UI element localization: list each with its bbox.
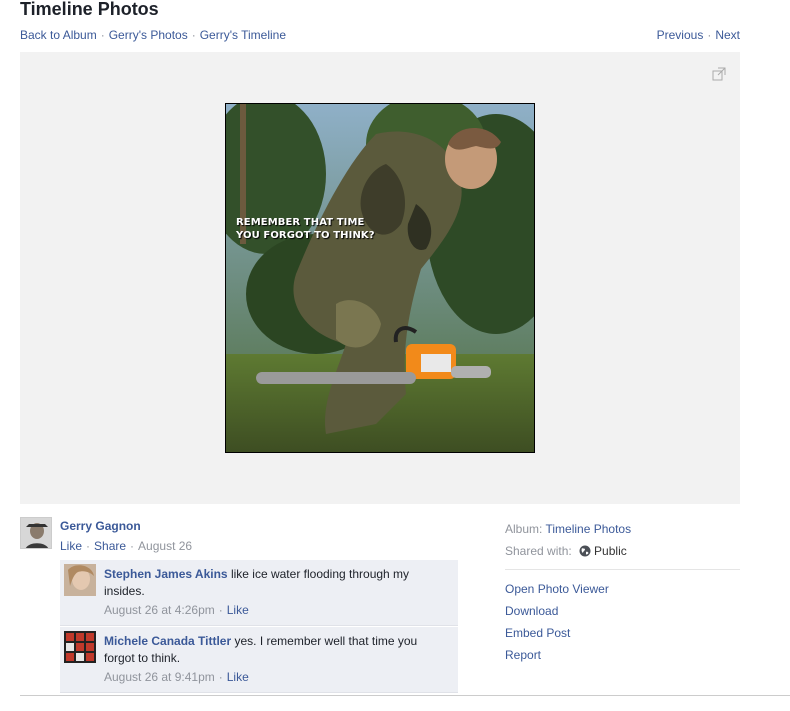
separator-dot: · <box>100 28 105 42</box>
breadcrumb: Back to Album · Gerry's Photos · Gerry's Tim… <box>20 28 286 42</box>
photo-sidebar: Album: Timeline Photos Shared with: Publ… <box>505 518 740 666</box>
comment-item: Stephen James Akins like ice water flood… <box>60 560 458 626</box>
commenter-name-link[interactable]: Stephen James Akins <box>104 567 228 581</box>
shared-with-label: Shared with: <box>505 544 572 558</box>
globe-icon[interactable] <box>579 542 591 564</box>
sidebar-divider <box>505 569 740 570</box>
commenter-avatar[interactable] <box>64 631 96 663</box>
open-photo-viewer-link[interactable]: Open Photo Viewer <box>505 578 740 600</box>
comment-body: Michele Canada Tittler yes. I remember w… <box>104 633 450 667</box>
album-label: Album: <box>505 522 543 536</box>
post-date[interactable]: August 26 <box>138 539 192 553</box>
comment-meta: August 26 at 9:41pm · Like <box>104 668 450 686</box>
report-link[interactable]: Report <box>505 644 740 666</box>
gerrys-photos-link[interactable]: Gerry's Photos <box>109 28 188 42</box>
comment-item: Michele Canada Tittler yes. I remember w… <box>60 626 458 693</box>
comment-like-link[interactable]: Like <box>227 670 249 684</box>
comment-timestamp[interactable]: August 26 at 9:41pm <box>104 670 215 684</box>
photo-pager: Previous · Next <box>657 28 740 42</box>
album-link[interactable]: Timeline Photos <box>545 522 631 536</box>
owner-name-link[interactable]: Gerry Gagnon <box>60 519 141 533</box>
owner-avatar[interactable] <box>20 517 52 549</box>
separator-dot: · <box>86 539 91 553</box>
separator-dot: · <box>191 28 196 42</box>
separator-dot: · <box>218 603 223 617</box>
separator-dot: · <box>218 670 223 684</box>
embed-post-link[interactable]: Embed Post <box>505 622 740 644</box>
expand-icon[interactable] <box>712 67 726 81</box>
comment-timestamp[interactable]: August 26 at 4:26pm <box>104 603 215 617</box>
share-link[interactable]: Share <box>94 539 126 553</box>
photo-stage: REMEMBER THAT TIME YOU FORGOT TO THINK? <box>20 52 740 504</box>
page-title: Timeline Photos <box>20 0 159 19</box>
commenter-name-link[interactable]: Michele Canada Tittler <box>104 634 231 648</box>
separator-dot: · <box>130 539 135 553</box>
back-to-album-link[interactable]: Back to Album <box>20 28 97 42</box>
comment-meta: August 26 at 4:26pm · Like <box>104 601 450 619</box>
download-link[interactable]: Download <box>505 600 740 622</box>
album-row: Album: Timeline Photos <box>505 518 740 540</box>
gerrys-timeline-link[interactable]: Gerry's Timeline <box>200 28 286 42</box>
separator-dot: · <box>707 28 712 42</box>
privacy-row: Shared with: Public <box>505 540 740 564</box>
timeline-photo[interactable]: REMEMBER THAT TIME YOU FORGOT TO THINK? <box>225 103 535 453</box>
like-link[interactable]: Like <box>60 539 82 553</box>
comment-like-link[interactable]: Like <box>227 603 249 617</box>
next-link[interactable]: Next <box>715 28 740 42</box>
comment-list: Stephen James Akins like ice water flood… <box>60 560 458 693</box>
previous-link[interactable]: Previous <box>657 28 704 42</box>
comment-body: Stephen James Akins like ice water flood… <box>104 566 450 600</box>
photo-caption: REMEMBER THAT TIME YOU FORGOT TO THINK? <box>236 217 375 241</box>
privacy-value[interactable]: Public <box>594 544 627 558</box>
commenter-avatar[interactable] <box>64 564 96 596</box>
bottom-divider <box>20 695 790 696</box>
owner-actions: Like · Share · August 26 <box>60 539 192 553</box>
